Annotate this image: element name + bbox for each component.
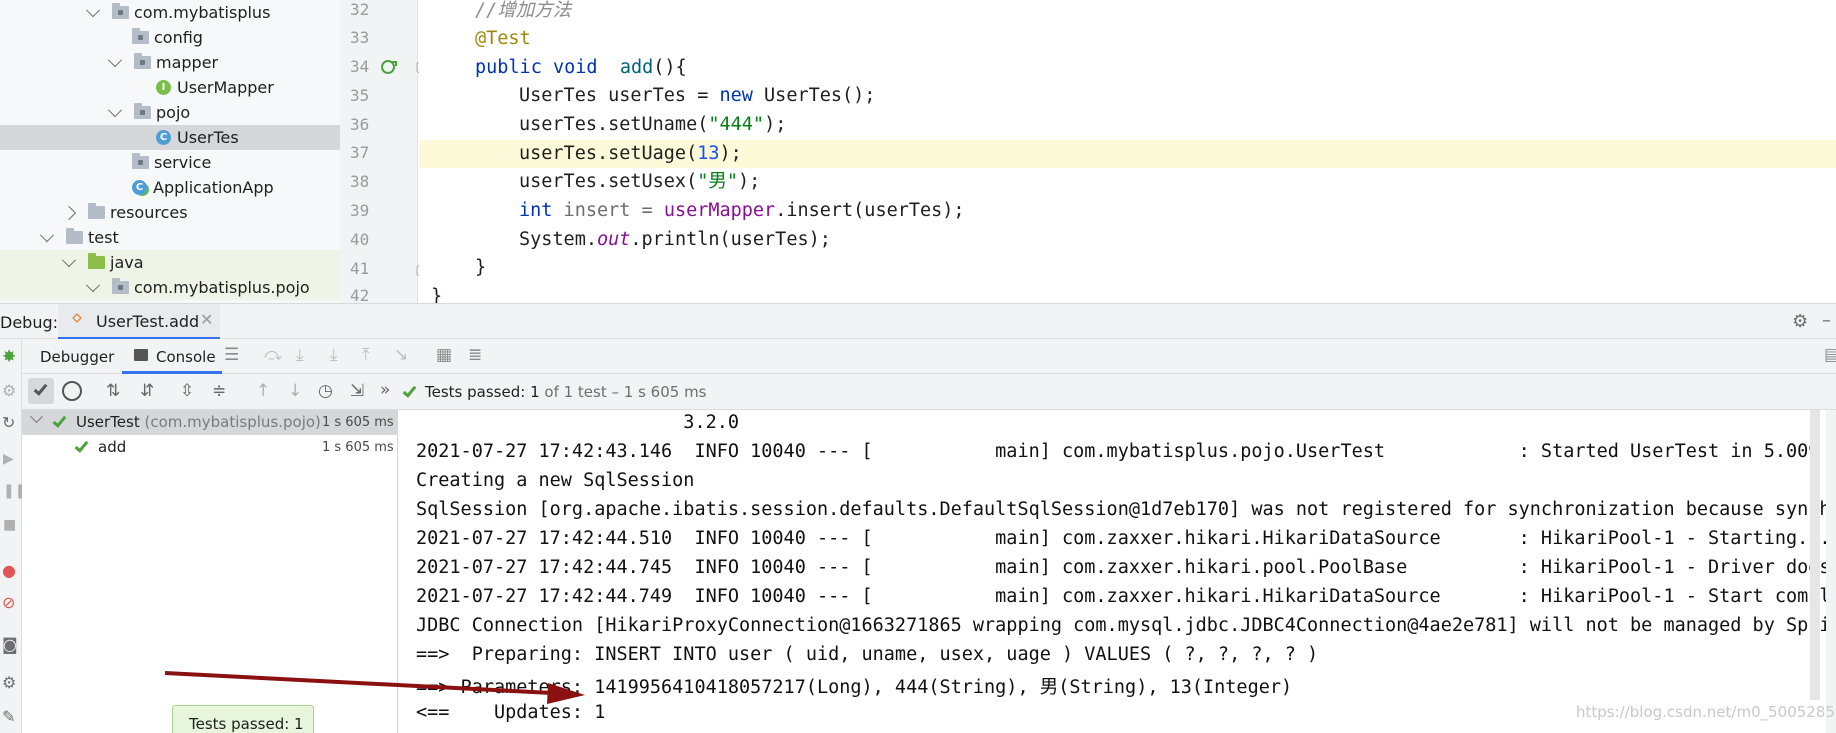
watermark: https://blog.csdn.net/m0_50052856 (1576, 703, 1836, 721)
annotation-arrow (164, 671, 585, 704)
tests-passed-toast[interactable]: Tests passed: 1 (172, 705, 314, 733)
